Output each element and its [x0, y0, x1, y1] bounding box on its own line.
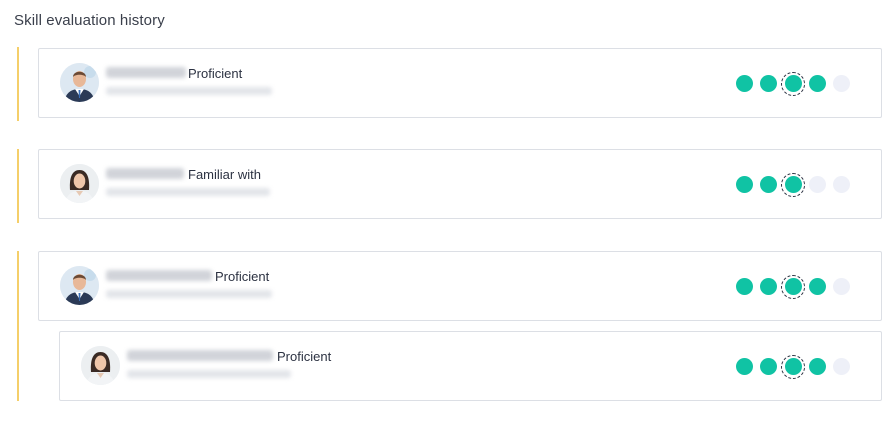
rating-dot-empty [833, 75, 850, 92]
avatar [60, 63, 99, 102]
evaluator-name [106, 67, 186, 78]
female-avatar-icon [81, 346, 120, 385]
rating-dot-current [781, 172, 805, 197]
skill-level-label: Proficient [188, 66, 243, 81]
avatar [60, 164, 99, 203]
rating-dots [736, 71, 857, 96]
rating-dot-filled [760, 176, 777, 193]
male-avatar-icon [60, 266, 99, 305]
evaluator-name [127, 350, 273, 361]
female-avatar-icon [60, 164, 99, 203]
rating-dot-filled [760, 278, 777, 295]
evaluation-card-nested[interactable]: Proficient [59, 331, 882, 401]
skill-evaluation-history-panel: Skill evaluation history Proficient Fami… [0, 0, 893, 428]
rating-dot-empty [833, 278, 850, 295]
rating-dot-empty [833, 358, 850, 375]
rating-dots [736, 172, 857, 197]
rating-dots [736, 274, 857, 299]
evaluation-meta [127, 370, 291, 378]
rating-dots [736, 354, 857, 379]
evaluation-card[interactable]: Familiar with [38, 149, 882, 219]
group-accent-bar [17, 149, 19, 223]
rating-dot-empty [833, 176, 850, 193]
rating-dot-filled [760, 358, 777, 375]
rating-dot-filled [736, 176, 753, 193]
skill-level-label: Proficient [215, 269, 270, 284]
rating-dot-filled [760, 75, 777, 92]
rating-dot-current [781, 274, 805, 299]
evaluation-meta [106, 188, 270, 196]
rating-dot-filled [809, 75, 826, 92]
group-accent-bar [17, 47, 19, 121]
rating-dot-current [781, 71, 805, 96]
evaluation-meta [106, 87, 272, 95]
rating-dot-filled [809, 278, 826, 295]
section-title: Skill evaluation history [14, 12, 165, 29]
rating-dot-filled [809, 358, 826, 375]
avatar [81, 346, 120, 385]
male-avatar-icon [60, 63, 99, 102]
rating-dot-current [781, 354, 805, 379]
rating-dot-filled [736, 278, 753, 295]
evaluation-card[interactable]: Proficient [38, 251, 882, 321]
rating-dot-empty [809, 176, 826, 193]
evaluation-card[interactable]: Proficient [38, 48, 882, 118]
evaluator-name [106, 270, 212, 281]
evaluation-meta [106, 290, 272, 298]
evaluator-name [106, 168, 184, 179]
rating-dot-filled [736, 75, 753, 92]
avatar [60, 266, 99, 305]
rating-dot-filled [736, 358, 753, 375]
skill-level-label: Proficient [277, 349, 332, 364]
skill-level-label: Familiar with [188, 167, 261, 182]
group-accent-bar [17, 251, 19, 401]
